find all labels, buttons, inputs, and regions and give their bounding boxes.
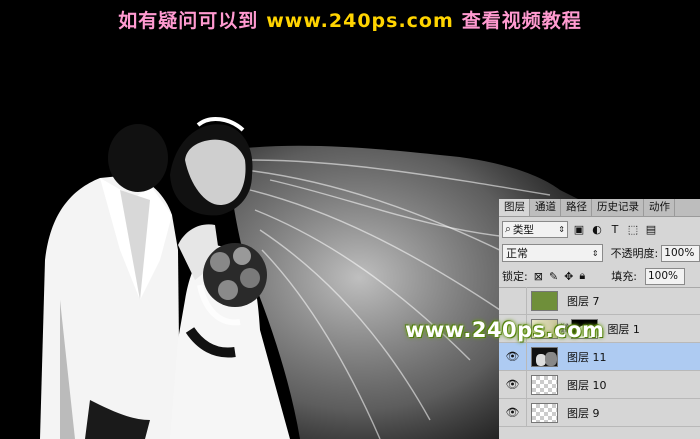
layer-row-selected[interactable]: 👁︎ 图层 11 bbox=[499, 342, 700, 371]
layer-row[interactable]: 👁︎ 图层 10 bbox=[499, 370, 700, 399]
tab-history[interactable]: 历史记录 bbox=[592, 199, 644, 216]
tab-layers[interactable]: 图层 bbox=[499, 199, 530, 216]
blend-row: 正常 ⇕ 不透明度: 100% bbox=[499, 241, 700, 265]
tab-channels[interactable]: 通道 bbox=[530, 199, 561, 216]
tutorial-banner: 如有疑问可以到 www.240ps.com 查看视频教程 bbox=[0, 6, 700, 33]
adjustment-filter-icon[interactable]: ◐ bbox=[590, 222, 604, 236]
blend-mode-select[interactable]: 正常 ⇕ bbox=[502, 244, 603, 262]
lock-transparency-icon[interactable]: ⊠ bbox=[534, 270, 543, 283]
chevron-updown-icon: ⇕ bbox=[591, 248, 599, 258]
lock-paint-brush-icon[interactable]: ✎ bbox=[549, 270, 558, 283]
banner-url[interactable]: www.240ps.com bbox=[266, 10, 454, 32]
tab-actions[interactable]: 动作 bbox=[644, 199, 675, 216]
filter-kind-select[interactable]: ⌕ 类型 ⇕ bbox=[502, 220, 568, 238]
eye-icon[interactable]: 👁︎ bbox=[499, 398, 527, 427]
fill-label: 填充: bbox=[611, 270, 637, 283]
layer-thumbnail bbox=[531, 374, 558, 395]
eye-icon[interactable]: 👁︎ bbox=[499, 342, 527, 371]
image-filter-icon[interactable]: ▣ bbox=[572, 222, 586, 236]
lock-label: 锁定: bbox=[502, 270, 528, 283]
banner-left-text: 如有疑问可以到 bbox=[118, 10, 259, 32]
eye-icon[interactable]: 👁︎ bbox=[499, 370, 527, 399]
text-filter-icon[interactable]: T bbox=[608, 222, 622, 236]
layer-row[interactable]: 👁︎ 图层 9 bbox=[499, 398, 700, 427]
lock-position-icon[interactable]: ✥ bbox=[564, 270, 573, 283]
layer-row[interactable]: 图层 7 bbox=[499, 286, 700, 315]
blend-mode-value: 正常 bbox=[506, 247, 528, 260]
opacity-input[interactable]: 100% bbox=[661, 244, 700, 262]
visibility-toggle-empty[interactable] bbox=[499, 286, 527, 315]
smart-object-filter-icon[interactable]: ▤ bbox=[644, 222, 658, 236]
layer-name: 图层 9 bbox=[567, 406, 600, 420]
fill-input[interactable]: 100% bbox=[644, 267, 685, 285]
layer-name: 图层 10 bbox=[567, 378, 607, 392]
shape-filter-icon[interactable]: ⬚ bbox=[626, 222, 640, 236]
layer-thumbnail bbox=[531, 346, 558, 367]
chevron-updown-icon: ⇕ bbox=[558, 224, 565, 234]
filter-kind-value: 类型 bbox=[512, 223, 534, 236]
search-icon: ⌕ bbox=[505, 222, 511, 235]
filter-row: ⌕ 类型 ⇕ ▣ ◐ T ⬚ ▤ bbox=[499, 217, 700, 241]
layer-name: 图层 7 bbox=[567, 294, 600, 308]
lock-all-icon[interactable]: 🔒︎ bbox=[579, 269, 585, 283]
opacity-label: 不透明度: bbox=[610, 247, 659, 260]
layer-name: 图层 11 bbox=[567, 350, 607, 364]
lock-row: 锁定: ⊠ ✎ ✥ 🔒︎ 填充: 100% bbox=[499, 265, 700, 288]
layer-name: 图层 1 bbox=[607, 322, 640, 336]
panel-tabs: 图层 通道 路径 历史记录 动作 bbox=[499, 199, 700, 217]
watermark-text: www.240ps.com bbox=[405, 318, 605, 342]
layer-thumbnail bbox=[531, 290, 558, 311]
layers-list: 图层 7 ⛓︎ 图层 1 👁︎ 图层 11 👁︎ 图层 10 👁︎ 图层 9 bbox=[499, 286, 700, 427]
tab-paths[interactable]: 路径 bbox=[561, 199, 592, 216]
layer-thumbnail bbox=[531, 402, 558, 423]
banner-right-text: 查看视频教程 bbox=[461, 10, 582, 32]
